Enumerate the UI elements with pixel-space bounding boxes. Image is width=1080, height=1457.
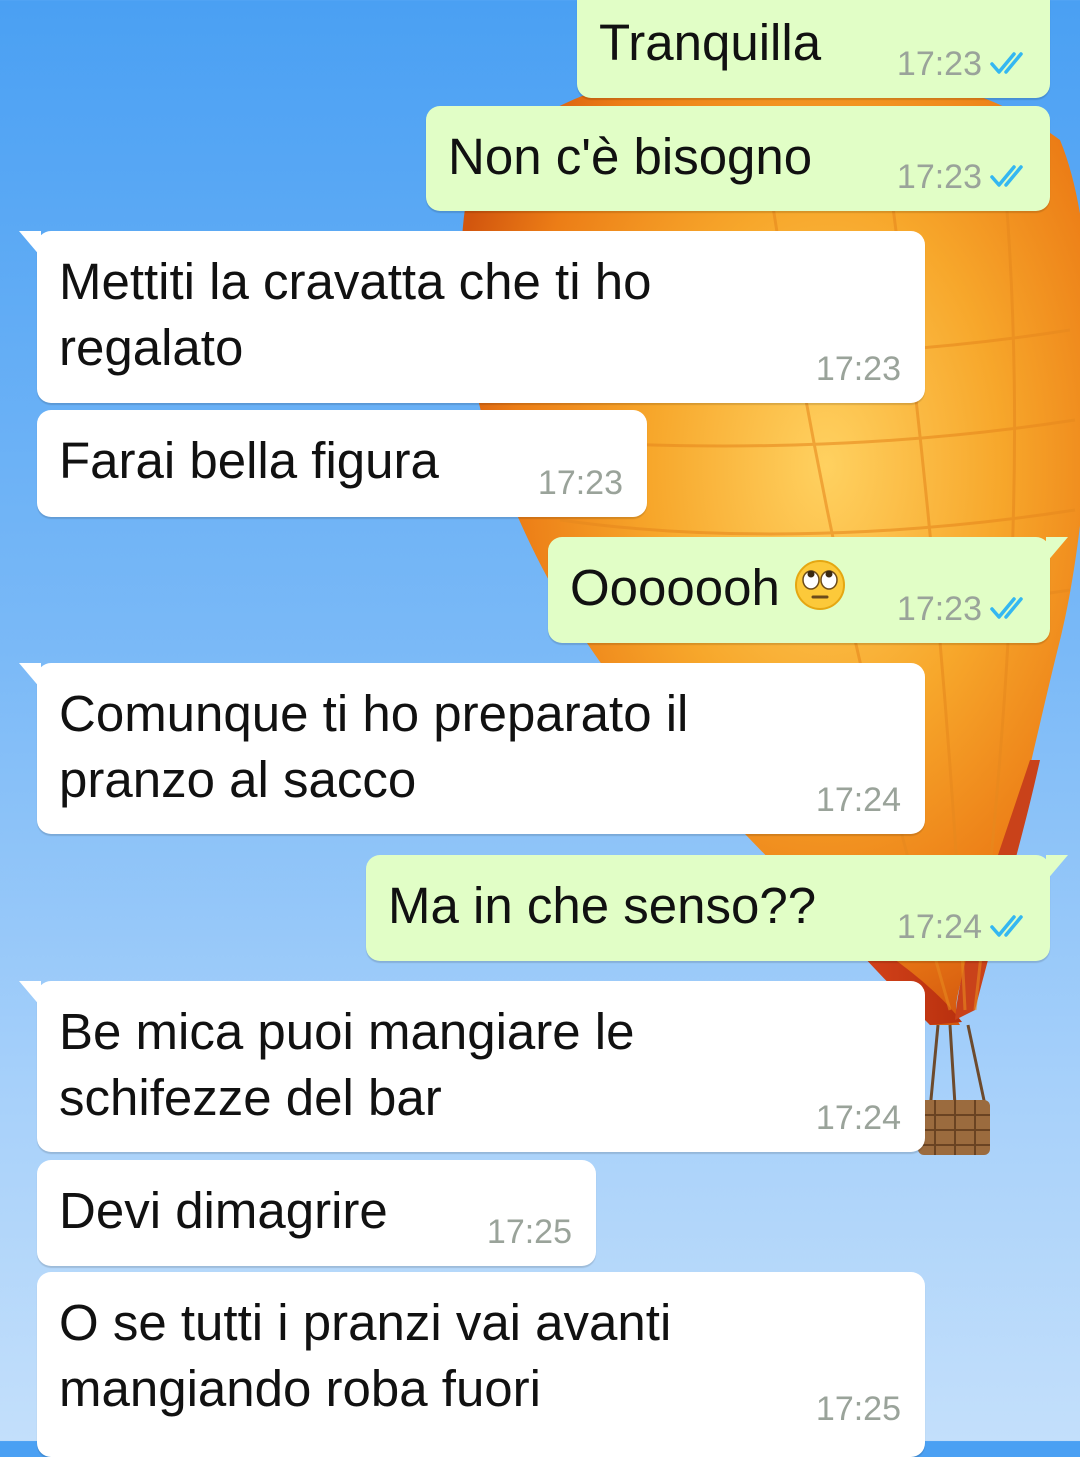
message-text: Ooooooh: [570, 555, 846, 621]
message-time: 17:24: [815, 1099, 901, 1137]
incoming-message[interactable]: O se tutti i pranzi vai avanti mangiando…: [37, 1272, 925, 1457]
message-text-content: Ooooooh: [570, 559, 780, 616]
read-double-check-icon: [990, 915, 1023, 937]
incoming-message[interactable]: Comunque ti ho preparato il pranzo al sa…: [19, 663, 925, 834]
message-time: 17:23: [896, 45, 982, 83]
outgoing-message[interactable]: Ooooooh 17:23: [548, 537, 1068, 643]
message-time: 17:25: [815, 1390, 901, 1428]
message-text: O se tutti i pranzi vai avanti mangiando…: [59, 1294, 672, 1417]
outgoing-message[interactable]: Ma in che senso?? 17:24: [366, 855, 1068, 961]
message-text: Comunque ti ho preparato il pranzo al sa…: [59, 685, 689, 808]
message-time: 17:23: [896, 590, 982, 628]
read-double-check-icon: [990, 165, 1023, 187]
message-time: 17:23: [815, 350, 901, 388]
incoming-message[interactable]: Mettiti la cravatta che ti ho regalato 1…: [19, 231, 925, 403]
message-time: 17:24: [896, 908, 982, 946]
incoming-message[interactable]: Be mica puoi mangiare le schifezze del b…: [19, 981, 925, 1152]
message-time: 17:25: [486, 1213, 572, 1251]
message-text: Tranquilla: [599, 14, 822, 71]
read-double-check-icon: [990, 597, 1023, 619]
message-text: Devi dimagrire: [59, 1182, 388, 1239]
incoming-message[interactable]: Farai bella figura 17:23: [37, 410, 647, 517]
message-time: 17:23: [896, 158, 982, 196]
outgoing-message[interactable]: Non c'è bisogno 17:23: [426, 106, 1050, 211]
chat-message-list[interactable]: Tranquilla 17:23 Non c'è bisogno 17:23 M…: [0, 0, 1080, 1457]
face-with-rolling-eyes-emoji: [794, 560, 845, 610]
message-text: Farai bella figura: [59, 432, 439, 489]
message-text: Be mica puoi mangiare le schifezze del b…: [59, 1003, 635, 1126]
message-time: 17:24: [815, 781, 901, 819]
outgoing-message[interactable]: Tranquilla 17:23: [577, 0, 1050, 98]
message-time: 17:23: [537, 464, 623, 502]
message-text: Non c'è bisogno: [448, 128, 813, 185]
message-text: Mettiti la cravatta che ti ho regalato: [59, 253, 652, 376]
incoming-message[interactable]: Devi dimagrire 17:25: [37, 1160, 596, 1266]
read-double-check-icon: [990, 52, 1023, 74]
message-text: Ma in che senso??: [388, 877, 817, 934]
